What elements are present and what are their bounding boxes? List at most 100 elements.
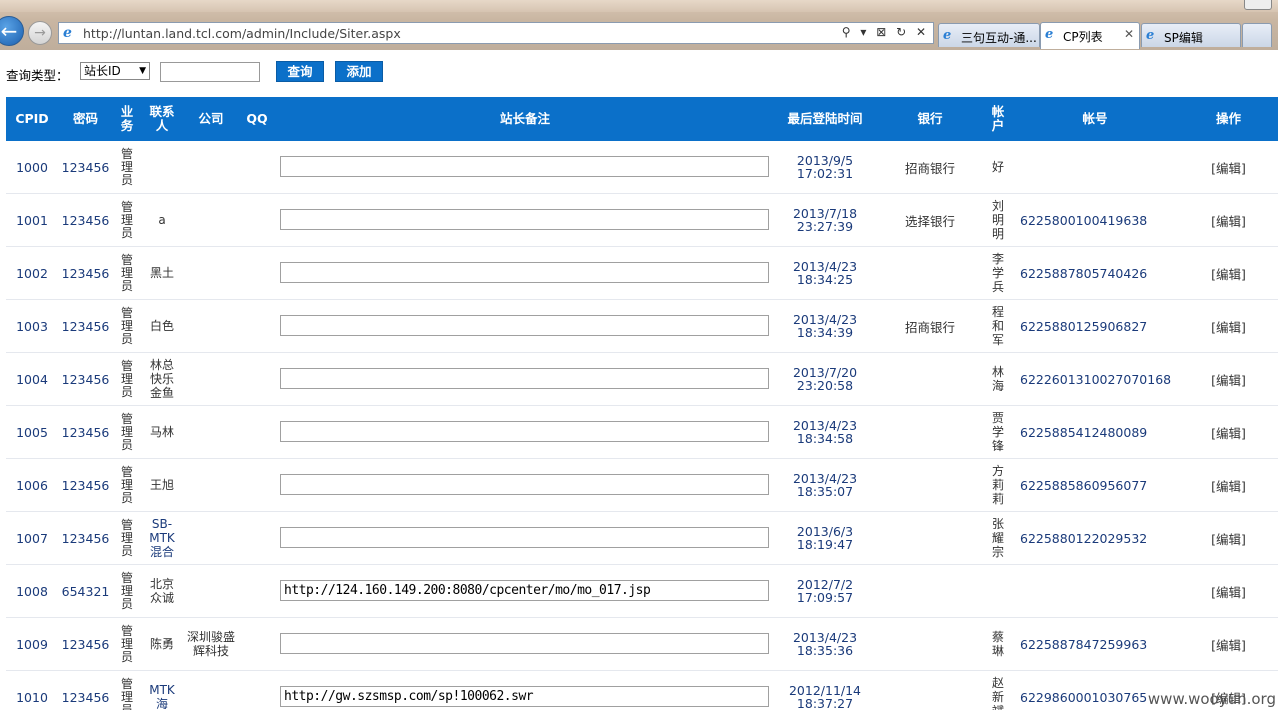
- table-row: 1000 123456 管理员 2013/9/5 17:02:31 招商银行 好 [编辑]: [6, 141, 1278, 194]
- query-input[interactable]: [160, 62, 260, 82]
- edit-link[interactable]: [编辑]: [1179, 247, 1278, 299]
- forward-arrow-icon[interactable]: →: [28, 21, 52, 45]
- header-holder: 帐户: [991, 104, 1005, 133]
- header-remark: 站长备注: [499, 111, 550, 126]
- cell-bank: [875, 459, 985, 511]
- cell-account: [1011, 141, 1179, 193]
- remark-input[interactable]: [280, 527, 769, 548]
- edit-link[interactable]: [编辑]: [1179, 512, 1278, 564]
- login-time: 18:19:47: [796, 537, 854, 552]
- cell-last-login: 2013/4/23 18:34:39: [775, 300, 875, 352]
- edit-link[interactable]: [编辑]: [1179, 565, 1278, 617]
- query-type-select[interactable]: 站长ID ▼: [80, 62, 150, 80]
- ie-tab-icon: e: [1146, 28, 1155, 43]
- ie-page-icon: e: [63, 25, 72, 41]
- cell-password: 123456: [61, 371, 110, 387]
- address-bar[interactable]: e http://luntan.land.tcl.com/admin/Inclu…: [58, 22, 934, 44]
- cell-account: 6225887805740426: [1020, 265, 1148, 281]
- cell-business: 管理员: [120, 623, 133, 664]
- cell-bank: [875, 565, 985, 617]
- edit-link[interactable]: [编辑]: [1179, 618, 1278, 670]
- new-tab-button[interactable]: [1242, 23, 1272, 47]
- edit-link[interactable]: [编辑]: [1179, 459, 1278, 511]
- remark-input[interactable]: [280, 262, 769, 283]
- cell-qq: [239, 353, 275, 405]
- edit-link[interactable]: [编辑]: [1179, 353, 1278, 405]
- close-tab-icon[interactable]: ✕: [1124, 27, 1134, 41]
- tab-label: CP列表: [1063, 30, 1103, 44]
- header-business: 业务: [120, 104, 134, 133]
- remark-input[interactable]: [280, 633, 769, 654]
- edit-link[interactable]: [编辑]: [1179, 406, 1278, 458]
- header-password: 密码: [72, 111, 98, 126]
- header-qq: QQ: [246, 111, 268, 126]
- browser-tab-1[interactable]: e 三句互动-通...: [938, 23, 1040, 47]
- table-header: CPID 密码 业务 联系人 公司 QQ 站长备注 最后登陆时间 银行 帐户 帐…: [6, 97, 1278, 141]
- cell-holder: 刘明明: [991, 199, 1004, 241]
- cell-qq: [239, 141, 275, 193]
- header-cpid: CPID: [15, 111, 49, 126]
- remark-input[interactable]: [280, 315, 769, 336]
- cell-qq: [239, 406, 275, 458]
- table-row: 1006 123456 管理员 王旭 2013/4/23 18:35:07 方莉莉 62258…: [6, 459, 1278, 512]
- cell-company: [183, 459, 239, 511]
- remark-input[interactable]: [280, 368, 769, 389]
- cell-company: 深圳骏盛辉科技: [186, 630, 235, 658]
- cell-password: 123456: [61, 159, 110, 175]
- edit-link[interactable]: [编辑]: [1179, 194, 1278, 246]
- cell-bank: 招商银行: [904, 160, 955, 176]
- table-row: 1001 123456 管理员 a 2013/7/18 23:27:39 选择银行 刘明明 62…: [6, 194, 1278, 247]
- table-row: 1002 123456 管理员 黑土 2013/4/23 18:34:25 李学兵 62258…: [6, 247, 1278, 300]
- remark-input[interactable]: [280, 421, 769, 442]
- cell-password: 123456: [61, 530, 110, 546]
- cell-qq: [239, 459, 275, 511]
- cell-account: 6225880122029532: [1020, 530, 1148, 546]
- header-bank: 银行: [917, 111, 943, 126]
- title-bar: [0, 0, 1278, 12]
- cell-password: 123456: [61, 477, 110, 493]
- cell-holder: 方莉莉: [991, 464, 1004, 506]
- cell-cpid: 1003: [16, 318, 48, 334]
- cell-holder: 赵新斌: [991, 676, 1004, 710]
- cell-bank: [875, 671, 985, 710]
- login-time: 18:34:25: [796, 272, 854, 287]
- cell-company: [183, 353, 239, 405]
- remark-input[interactable]: [280, 209, 769, 230]
- address-tools-icons[interactable]: ⚲ ▾ ⊠ ↻ ✕: [842, 25, 929, 39]
- cell-business: 管理员: [120, 570, 133, 611]
- browser-tab-2[interactable]: e CP列表 ✕: [1040, 22, 1140, 49]
- edit-link[interactable]: [编辑]: [1179, 141, 1278, 193]
- cell-account: 6222601310027070168: [1020, 371, 1172, 387]
- remark-input[interactable]: [280, 474, 769, 495]
- cell-last-login: 2013/4/23 18:34:25: [775, 247, 875, 299]
- cell-cpid: 1000: [16, 159, 48, 175]
- address-url[interactable]: http://luntan.land.tcl.com/admin/Include…: [83, 26, 401, 41]
- cell-business: 管理员: [120, 411, 133, 452]
- login-time: 23:27:39: [796, 219, 854, 234]
- header-company: 公司: [198, 111, 224, 126]
- back-arrow-icon[interactable]: ←: [0, 16, 24, 46]
- add-button[interactable]: 添加: [335, 61, 383, 82]
- cell-contact: 北京众诚: [149, 577, 174, 605]
- window-control-button[interactable]: [1244, 0, 1272, 10]
- cell-last-login: 2013/7/18 23:27:39: [775, 194, 875, 246]
- browser-chrome: ← → e http://luntan.land.tcl.com/admin/I…: [0, 0, 1278, 50]
- browser-tab-3[interactable]: e SP编辑: [1141, 23, 1241, 47]
- ie-tab-icon: e: [1045, 27, 1054, 42]
- login-time: 18:35:36: [796, 643, 854, 658]
- cell-business: 管理员: [120, 358, 133, 399]
- table-row: 1009 123456 管理员 陈勇 深圳骏盛辉科技 2013/4/23 18:35:36 蔡…: [6, 618, 1278, 671]
- cell-contact: 陈勇: [149, 637, 174, 651]
- remark-input[interactable]: [280, 156, 769, 177]
- cell-contact: 林总快乐金鱼: [149, 358, 174, 400]
- remark-input[interactable]: http://124.160.149.200:8080/cpcenter/mo/…: [280, 580, 769, 601]
- cell-holder: 蔡琳: [991, 630, 1004, 658]
- remark-input[interactable]: http://gw.szsmsp.com/sp!100062.swr: [280, 686, 769, 707]
- cell-company: [183, 300, 239, 352]
- search-button[interactable]: 查询: [276, 61, 324, 82]
- cell-holder: 张耀宗: [991, 517, 1004, 559]
- cell-account: 6225887847259963: [1020, 636, 1148, 652]
- cell-bank: [875, 618, 985, 670]
- edit-link[interactable]: [编辑]: [1179, 300, 1278, 352]
- cell-contact: 王旭: [149, 478, 174, 492]
